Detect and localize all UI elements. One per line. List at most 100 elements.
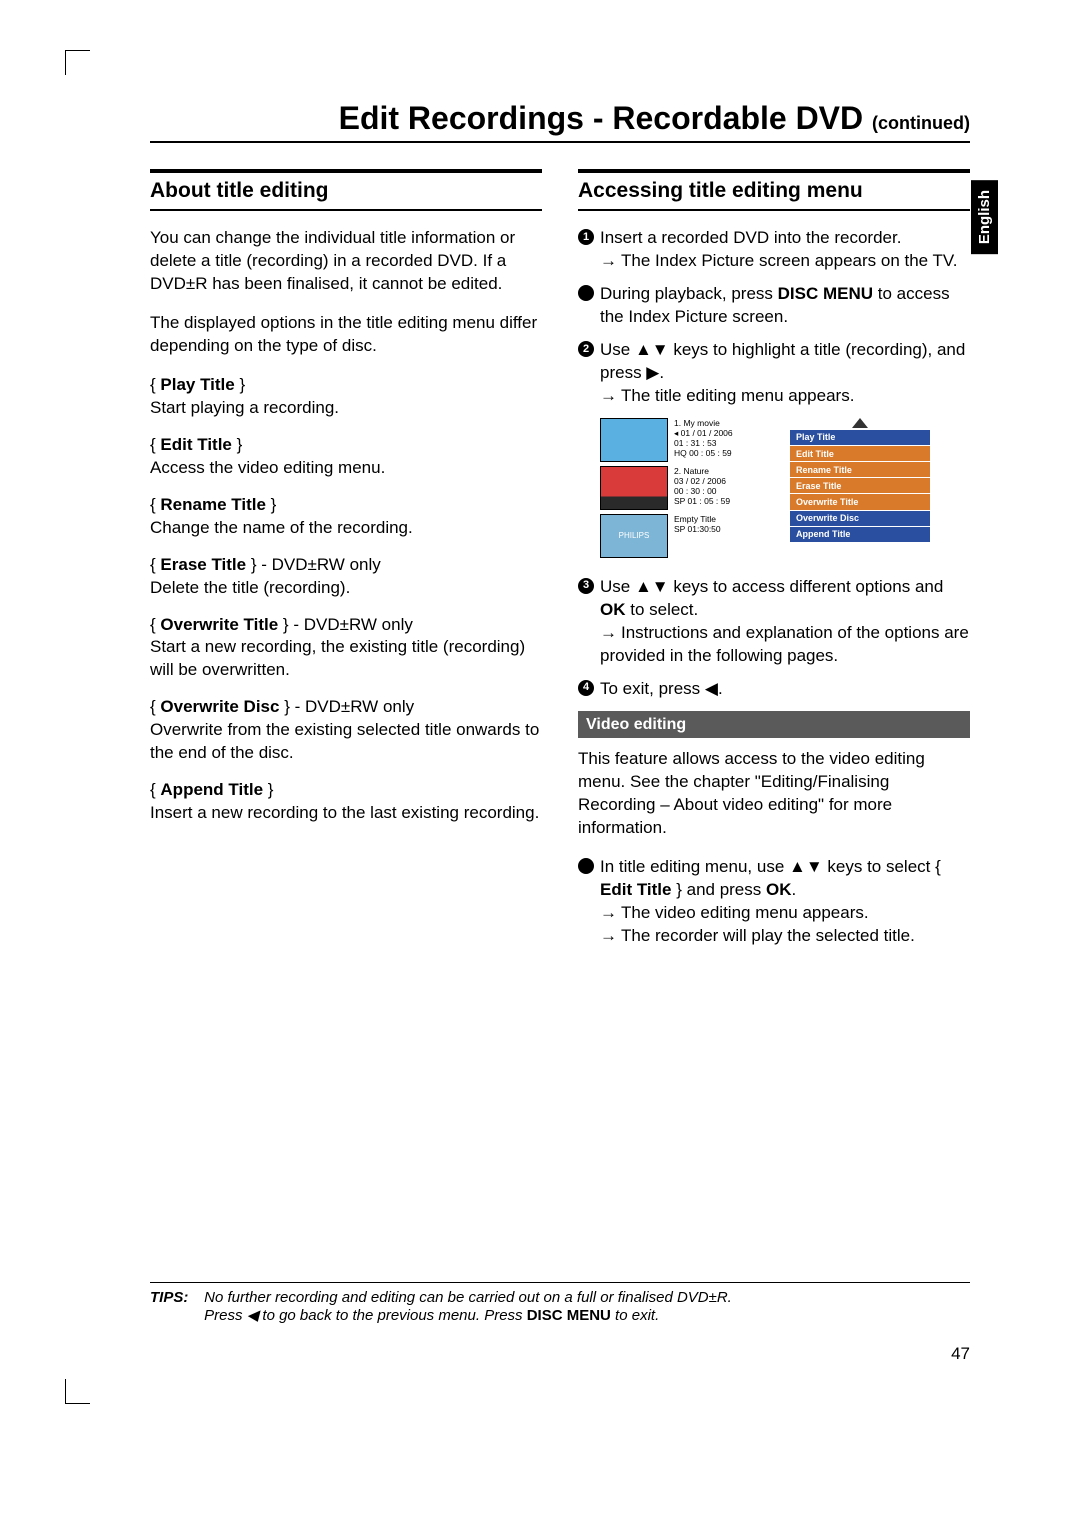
thumbnail-icon [600,466,668,510]
option-desc: Delete the title (recording). [150,578,350,597]
option-desc: Start playing a recording. [150,398,339,417]
video-editing-bullet: In title editing menu, use keys to selec… [578,856,970,948]
text-mid: keys to access different options and [669,577,944,596]
mini-entry-title: Empty Title [674,514,716,524]
mini-entry-2: 2. Nature 03 / 02 / 2006 00 : 30 : 00 SP… [600,466,790,510]
video-result-1-text: The video editing menu appears. [621,903,869,922]
step-badge-4: 4 [578,680,594,696]
mini-entry-info: Empty Title SP 01:30:50 [674,514,721,534]
crop-mark-top-left [65,50,90,75]
tips-footer: TIPS: No further recording and editing c… [150,1282,970,1324]
step-3: 3 Use keys to access different options a… [578,576,970,668]
text-pre: To exit, press [600,679,705,698]
text-post: } and press [671,880,766,899]
tips-line-2-pre: Press [204,1307,247,1324]
option-edit-title: { Edit Title } Access the video editing … [150,434,542,480]
tips-label: TIPS: [150,1289,200,1306]
up-arrow-icon [635,577,652,596]
crop-mark-bottom-left [65,1379,90,1404]
option-name: Edit Title [160,435,231,454]
step-3-result-text: Instructions and explanation of the opti… [600,623,969,665]
mini-menu-item: Overwrite Title [790,494,930,510]
bullet-disc-menu: During playback, press DISC MENU to acce… [578,283,970,329]
option-suffix: - DVD±RW only [257,555,381,574]
option-name: Overwrite Title [160,615,278,634]
title-main: Edit Recordings - Recordable DVD [339,100,872,136]
disc-menu-label: DISC MENU [527,1307,611,1324]
tips-line-2-end: to exit. [611,1307,659,1324]
section-heading-accessing: Accessing title editing menu [578,169,970,211]
option-play-title: { Play Title } Start playing a recording… [150,374,542,420]
mini-title-list: 1. My movie ◂ 01 / 01 / 2006 01 : 31 : 5… [600,418,790,562]
down-arrow-icon [806,857,823,876]
mini-entry-info: 1. My movie ◂ 01 / 01 / 2006 01 : 31 : 5… [674,418,733,459]
step-badge-1: 1 [578,229,594,245]
thumbnail-icon: PHILIPS [600,514,668,558]
mini-entry-title: 1. My movie [674,418,720,428]
thumbnail-icon [600,418,668,462]
mini-entry-info: 2. Nature 03 / 02 / 2006 00 : 30 : 00 SP… [674,466,730,507]
text-pre: Use [600,340,635,359]
option-suffix: - DVD±RW only [289,615,413,634]
bullet-icon [578,858,594,874]
up-arrow-icon [789,857,806,876]
right-column: Accessing title editing menu 1 Insert a … [578,169,970,958]
ok-label: OK [766,880,792,899]
video-result-2-text: The recorder will play the selected titl… [621,926,915,945]
option-overwrite-title: { Overwrite Title } - DVD±RW only Start … [150,614,542,683]
mini-entry-quality: HQ 00 : 05 : 59 [674,448,732,458]
step-badge-3: 3 [578,578,594,594]
mini-entry-date: SP 01:30:50 [674,524,721,534]
down-arrow-icon [652,577,669,596]
disc-menu-label: DISC MENU [778,284,873,303]
option-erase-title: { Erase Title } - DVD±RW only Delete the… [150,554,542,600]
edit-title-option: Edit Title [600,880,671,899]
mini-menu-item-selected: Edit Title [790,446,930,462]
option-name: Play Title [160,375,234,394]
content-columns: About title editing You can change the i… [150,169,970,958]
text-post: to select. [626,600,699,619]
left-arrow-icon [705,679,718,698]
mini-menu-item: Overwrite Disc [790,511,930,527]
step-2: 2 Use keys to highlight a title (recordi… [578,339,970,408]
intro-para-1: You can change the individual title info… [150,227,542,296]
mini-entry-time: 01 : 31 : 53 [674,438,717,448]
step-2-result-text: The title editing menu appears. [621,386,854,405]
mini-menu-item: Rename Title [790,462,930,478]
section-heading-about: About title editing [150,169,542,211]
option-rename-title: { Rename Title } Change the name of the … [150,494,542,540]
video-result-1: The video editing menu appears. [600,902,970,925]
step-1-result: The Index Picture screen appears on the … [600,250,957,273]
subheading-video-editing: Video editing [578,711,970,739]
tips-line-1: No further recording and editing can be … [204,1289,732,1306]
step-2-result: The title editing menu appears. [600,385,970,408]
page-title: Edit Recordings - Recordable DVD (contin… [150,100,970,143]
text-pre: In title editing menu, use [600,857,789,876]
bullet-icon [578,285,594,301]
mini-entry-time: 00 : 30 : 00 [674,486,717,496]
step-1: 1 Insert a recorded DVD into the recorde… [578,227,970,273]
text-pre: During playback, press [600,284,778,303]
right-arrow-icon [646,363,659,382]
up-arrow-icon [635,340,652,359]
mini-entry-3: PHILIPS Empty Title SP 01:30:50 [600,514,790,558]
option-name: Append Title [160,780,263,799]
video-result-2: The recorder will play the selected titl… [600,925,970,948]
intro-para-2: The displayed options in the title editi… [150,312,542,358]
text-pre: Use [600,577,635,596]
step-1-result-text: The Index Picture screen appears on the … [621,251,957,270]
option-overwrite-disc: { Overwrite Disc } - DVD±RW only Overwri… [150,696,542,765]
option-desc: Overwrite from the existing selected tit… [150,720,539,762]
mini-entry-quality: SP 01 : 05 : 59 [674,496,730,506]
mini-entry-date: 03 / 02 / 2006 [674,476,726,486]
mini-entry-1: 1. My movie ◂ 01 / 01 / 2006 01 : 31 : 5… [600,418,790,462]
step-4: 4 To exit, press . [578,678,970,701]
option-desc: Change the name of the recording. [150,518,413,537]
step-3-result: Instructions and explanation of the opti… [600,622,970,668]
left-arrow-icon [247,1307,259,1324]
mini-menu-item: Append Title [790,527,930,543]
tips-line-2-post: to go back to the previous menu. Press [258,1307,526,1324]
step-badge-2: 2 [578,341,594,357]
mini-menu: Play Title Edit Title Rename Title Erase… [790,418,930,562]
mini-entry-date: 01 / 01 / 2006 [681,428,733,438]
